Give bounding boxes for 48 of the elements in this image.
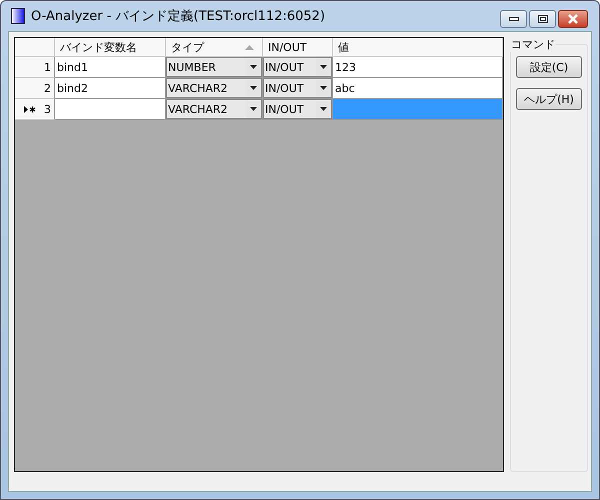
minimize-button[interactable] (500, 10, 527, 28)
corner-header (15, 38, 55, 57)
dropdown-arrow-icon (250, 107, 257, 111)
dropdown-arrow-icon (320, 86, 327, 90)
row-number: 2 (44, 82, 51, 94)
current-new-row-icon (24, 106, 36, 112)
sort-icon (245, 44, 254, 50)
row-number: 1 (44, 60, 51, 74)
dropdown-button[interactable] (316, 80, 331, 96)
group-title: コマンド (510, 37, 556, 52)
maximize-button[interactable] (529, 10, 556, 28)
dropdown-button[interactable] (246, 100, 261, 118)
dropdown-arrow-icon (250, 65, 257, 69)
close-button[interactable] (558, 10, 588, 28)
in-out-dropdown[interactable]: IN/OUT (263, 78, 333, 99)
column-header[interactable]: タイプ (166, 38, 263, 57)
command-button[interactable]: 設定(C) (516, 56, 582, 78)
minimize-icon (508, 17, 518, 21)
table-cell[interactable]: bind2 (55, 78, 166, 99)
type-dropdown[interactable]: NUMBER (166, 57, 263, 78)
dropdown-button[interactable] (246, 58, 261, 76)
row-header[interactable]: 2 (15, 78, 55, 99)
command-button[interactable]: ヘルプ(H) (516, 88, 582, 110)
column-header[interactable]: 値 (333, 38, 503, 57)
column-header[interactable]: バインド変数名 (55, 38, 166, 57)
table-cell[interactable] (55, 99, 166, 120)
window-title: O-Analyzer - バインド定義(TEST:orcl112:6052) (31, 8, 326, 25)
table-cell[interactable]: 123 (333, 57, 503, 78)
row-header[interactable]: 1 (15, 57, 55, 78)
type-dropdown[interactable]: VARCHAR2 (166, 99, 263, 120)
row-number: 3 (44, 102, 51, 116)
dropdown-arrow-icon (320, 65, 327, 69)
row-header[interactable]: 3 (15, 99, 55, 120)
dropdown-arrow-icon (250, 86, 257, 90)
table-cell[interactable]: abc (333, 78, 503, 99)
app-icon (11, 8, 25, 24)
dropdown-arrow-icon (320, 107, 327, 111)
type-dropdown[interactable]: VARCHAR2 (166, 78, 263, 99)
maximize-icon (538, 15, 548, 23)
table-cell[interactable] (333, 99, 503, 120)
table-cell[interactable]: bind1 (55, 57, 166, 78)
dropdown-button[interactable] (316, 100, 331, 118)
in-out-dropdown[interactable]: IN/OUT (263, 99, 333, 120)
dropdown-button[interactable] (316, 58, 331, 76)
in-out-dropdown[interactable]: IN/OUT (263, 57, 333, 78)
column-header[interactable]: IN/OUT (263, 38, 333, 57)
close-icon (567, 14, 579, 24)
dropdown-button[interactable] (246, 80, 261, 96)
